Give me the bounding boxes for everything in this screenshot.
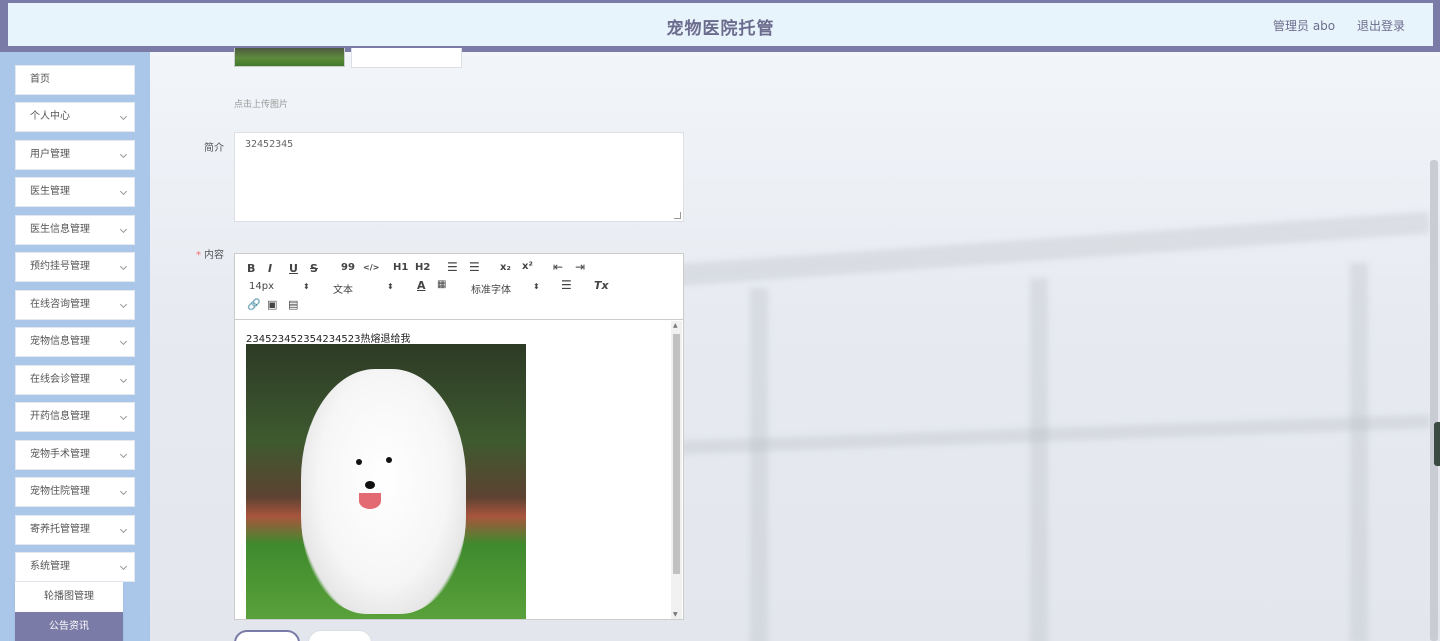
sidebar-item-personal-center[interactable]: 个人中心 [15,102,135,132]
text-color-icon[interactable]: A [417,279,426,292]
font-size-select[interactable]: 14px ⬍ [249,281,319,292]
chevron-down-icon [119,150,128,159]
intro-textarea[interactable]: 32452345 [234,132,684,222]
select-arrow-icon: ⬍ [303,282,310,291]
sidebar-item-label: 医生管理 [30,186,70,197]
top-header: 宠物医院托管 管理员 abo 退出登录 [0,0,1440,52]
scroll-up-icon: ▲ [673,322,678,329]
sidebar-item-surgery[interactable]: 宠物手术管理 [15,440,135,470]
app-title: 宠物医院托管 [666,19,775,39]
editor-content[interactable]: 234523452354234523热熔退给我 ▲ ▼ [235,321,683,619]
sidebar-item-label: 宠物手术管理 [30,449,90,460]
resize-handle-icon[interactable] [674,212,681,219]
sidebar-item-doctor-management[interactable]: 医生管理 [15,177,135,207]
chevron-down-icon [119,487,128,496]
content-text: 234523452354234523热熔退给我 [246,334,411,345]
content-label: * 内容 [196,250,224,261]
image-icon[interactable]: ▣ [267,298,277,311]
upload-hint: 点击上传图片 [234,100,289,110]
scroll-down-icon: ▼ [673,611,678,618]
sidebar-subitem-carousel[interactable]: 轮播图管理 [15,582,123,612]
header-user-area: 管理员 abo 退出登录 [1255,17,1405,34]
page-scrollbar[interactable] [1430,160,1438,641]
user-label: 管理员 abo [1273,19,1336,33]
scroll-thumb[interactable] [673,334,680,574]
chevron-down-icon [119,562,128,571]
chevron-down-icon [119,450,128,459]
sidebar-item-system[interactable]: 系统管理 [15,552,135,582]
sidebar-subitem-announcements[interactable]: 公告资讯 [15,612,123,641]
font-family-select[interactable]: 标准字体 ⬍ [471,281,546,296]
chevron-down-icon [119,412,128,421]
chevron-down-icon [119,225,128,234]
outdent-icon[interactable]: ⇤ [553,260,563,274]
sidebar-item-hospitalization[interactable]: 宠物住院管理 [15,477,135,507]
header-bar: 宠物医院托管 管理员 abo 退出登录 [8,3,1433,46]
sidebar-item-label: 预约挂号管理 [30,261,90,272]
code-button[interactable]: </> [363,263,379,272]
sidebar-item-label: 医生信息管理 [30,224,90,235]
subscript-button[interactable]: x₂ [500,262,511,273]
select-arrow-icon: ⬍ [387,282,394,291]
superscript-button[interactable]: x² [522,261,533,272]
select-arrow-icon: ⬍ [533,282,540,291]
dog-image [246,344,526,619]
sidebar-item-label: 在线咨询管理 [30,299,90,310]
sidebar-item-online-meeting[interactable]: 在线会诊管理 [15,365,135,395]
sidebar-item-label: 宠物住院管理 [30,486,90,497]
italic-button[interactable]: I [268,262,272,275]
dog-figure [301,369,466,614]
sidebar-item-label: 在线会诊管理 [30,374,90,385]
text-type-select[interactable]: 文本 ⬍ [333,281,403,296]
intro-value: 32452345 [245,139,294,150]
chevron-down-icon [119,187,128,196]
sidebar: 首页 个人中心 用户管理 医生管理 医生信息管理 预约挂号管理 在线咨询管理 宠… [0,52,150,641]
clean-format-button[interactable]: Tx [594,279,609,292]
sidebar-item-boarding[interactable]: 寄养托管管理 [15,515,135,545]
h1-button[interactable]: H1 [393,262,408,273]
sidebar-item-label: 开药信息管理 [30,411,90,422]
sidebar-item-online-consult[interactable]: 在线咨询管理 [15,290,135,320]
sidebar-item-prescription[interactable]: 开药信息管理 [15,402,135,432]
h2-button[interactable]: H2 [415,262,430,273]
cancel-button[interactable] [308,630,372,641]
intro-label: 简介 [204,143,224,154]
sidebar-item-home[interactable]: 首页 [15,65,135,95]
uploaded-image-thumbnail[interactable] [234,48,345,67]
bold-button[interactable]: B [247,262,255,275]
background-color-icon[interactable]: ▦ [437,279,446,290]
sidebar-item-doctor-info[interactable]: 医生信息管理 [15,215,135,245]
side-handle[interactable] [1434,422,1440,466]
sidebar-item-label: 系统管理 [30,561,70,572]
upload-box[interactable] [351,48,462,68]
underline-button[interactable]: U [289,262,298,275]
quote-button[interactable]: 99 [341,262,355,273]
rich-text-editor: B I U S 99 </> H1 H2 ☰ ☰ x₂ x² ⇤ ⇥ 14px ⬍… [234,253,684,620]
editor-scrollbar[interactable]: ▲ ▼ [671,321,682,619]
chevron-down-icon [119,525,128,534]
sidebar-item-pet-info[interactable]: 宠物信息管理 [15,327,135,357]
video-icon[interactable]: ▤ [288,298,298,311]
logout-link[interactable]: 退出登录 [1357,19,1405,33]
chevron-down-icon [119,112,128,121]
sidebar-item-label: 个人中心 [30,111,70,122]
sidebar-item-label: 用户管理 [30,149,70,160]
chevron-down-icon [119,337,128,346]
chevron-down-icon [119,300,128,309]
strike-button[interactable]: S [310,262,318,275]
chevron-down-icon [119,375,128,384]
indent-icon[interactable]: ⇥ [575,260,585,274]
align-icon[interactable]: ☰ [561,278,572,292]
bullet-list-icon[interactable]: ☰ [469,260,480,274]
ordered-list-icon[interactable]: ☰ [447,260,458,274]
sidebar-item-appointment[interactable]: 预约挂号管理 [15,252,135,282]
chevron-down-icon [119,262,128,271]
sidebar-item-label: 宠物信息管理 [30,336,90,347]
sidebar-item-label: 寄养托管管理 [30,524,90,535]
submit-button[interactable] [234,630,300,641]
sidebar-item-label: 首页 [30,74,50,85]
editor-toolbar: B I U S 99 </> H1 H2 ☰ ☰ x₂ x² ⇤ ⇥ 14px ⬍… [235,254,683,320]
sidebar-item-user-management[interactable]: 用户管理 [15,140,135,170]
link-icon[interactable]: 🔗 [247,298,261,311]
